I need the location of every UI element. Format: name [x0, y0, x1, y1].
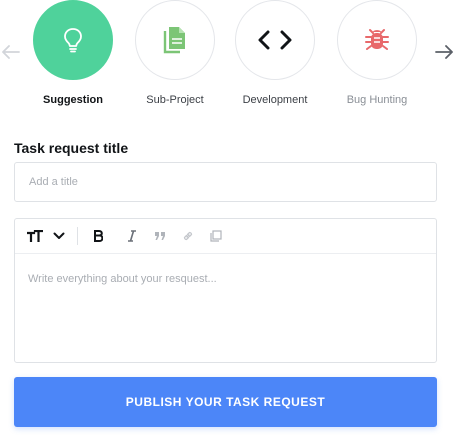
task-request-form: Suggestion Sub-Project Development Bug H…	[0, 0, 455, 441]
category-label: Sub-Project	[146, 94, 204, 106]
category-development-circle	[235, 0, 315, 80]
category-label: Development	[242, 94, 308, 106]
bold-button[interactable]	[92, 225, 104, 247]
arrow-right-icon	[435, 45, 453, 59]
category-label: Suggestion	[43, 94, 103, 106]
description-editor: Write everything about your resquest...	[14, 218, 437, 363]
chevron-down-icon	[53, 232, 65, 239]
bold-icon	[94, 230, 103, 242]
text-size-button[interactable]	[27, 225, 43, 247]
category-label: Bug Hunting	[346, 94, 408, 106]
image-icon	[210, 230, 222, 242]
category-sub-project[interactable]: Sub-Project	[125, 0, 225, 112]
arrow-left-icon	[2, 45, 20, 59]
image-button[interactable]	[210, 225, 222, 247]
category-development[interactable]: Development	[225, 0, 325, 112]
quote-icon	[155, 232, 165, 240]
title-field-label: Task request title	[14, 140, 129, 156]
title-input[interactable]	[14, 162, 437, 202]
carousel-next-button[interactable]	[433, 41, 455, 63]
category-bug-hunting[interactable]: Bug Hunting	[327, 0, 427, 112]
lightbulb-icon	[64, 28, 82, 53]
category-suggestion[interactable]: Suggestion	[23, 0, 123, 112]
document-icon	[163, 27, 185, 54]
carousel-prev-button[interactable]	[0, 41, 22, 63]
link-icon	[183, 231, 193, 241]
italic-icon	[128, 230, 136, 242]
italic-button[interactable]	[126, 225, 138, 247]
bug-icon	[365, 29, 389, 50]
quote-button[interactable]	[154, 225, 166, 247]
code-icon	[258, 30, 292, 50]
link-button[interactable]	[182, 225, 194, 247]
category-suggestion-circle	[33, 0, 113, 80]
category-bug-hunting-circle	[337, 0, 417, 80]
category-sub-project-circle	[135, 0, 215, 80]
toolbar-divider	[77, 227, 78, 245]
editor-toolbar	[15, 219, 436, 254]
text-size-dropdown[interactable]	[51, 225, 67, 247]
description-textarea[interactable]: Write everything about your resquest...	[15, 254, 436, 362]
text-size-icon	[27, 230, 43, 242]
category-carousel: Suggestion Sub-Project Development Bug H…	[0, 0, 455, 112]
publish-task-request-button[interactable]: PUBLISH YOUR TASK REQUEST	[14, 377, 437, 427]
